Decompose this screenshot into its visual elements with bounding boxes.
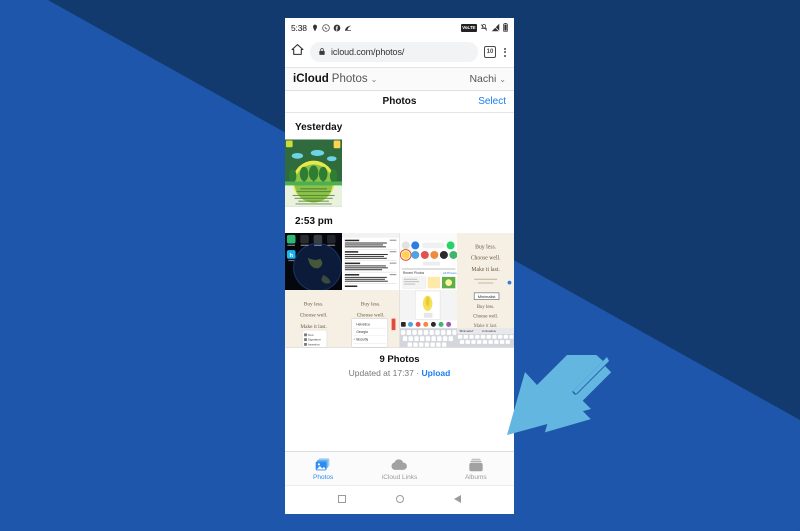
svg-text:Make it last.: Make it last. — [300, 324, 327, 330]
svg-text:Georgia: Georgia — [357, 330, 369, 334]
library-summary: 9 Photos Updated at 17:37 · Upload — [285, 348, 514, 378]
photo-thumb-phone-homescreen-earth[interactable]: h — [285, 233, 343, 291]
svg-text:"Minimalist": "Minimalist" — [459, 329, 474, 333]
svg-text:minimalists: minimalists — [482, 329, 497, 333]
status-right-icons: VoLTE — [460, 23, 508, 32]
svg-text:Choose well.: Choose well. — [300, 313, 328, 319]
photos-stack-icon — [315, 457, 331, 473]
photo-thumb-keyboard-screenshot[interactable] — [399, 290, 457, 348]
vibrate-mute-icon — [480, 23, 488, 32]
cloud-icon — [390, 457, 408, 473]
upload-button[interactable]: Upload — [422, 368, 451, 378]
lock-icon — [318, 43, 326, 61]
url-bar[interactable]: icloud.com/photos/ — [310, 42, 478, 62]
app-icon — [344, 24, 352, 32]
tab-albums[interactable]: Albums — [438, 452, 514, 485]
svg-text:Buy less.: Buy less. — [477, 305, 494, 310]
tab-photos-label: Photos — [313, 473, 334, 481]
svg-text:Text: Text — [308, 333, 314, 337]
svg-text:Buy less.: Buy less. — [361, 302, 381, 308]
kebab-menu-icon[interactable] — [502, 46, 508, 59]
svg-text:✓: ✓ — [353, 338, 356, 342]
whatsapp-icon — [322, 23, 330, 32]
svg-text:Choose well.: Choose well. — [357, 313, 385, 319]
photo-scroll-area[interactable]: Yesterday 2:53 pm h Recent Photos All Ph… — [285, 113, 514, 451]
phone-screenshot: 5:38 VoLTE icloud.com/photos/ 10 iCloud … — [285, 18, 514, 514]
svg-text:Signature: Signature — [308, 338, 321, 342]
svg-text:Buy less.: Buy less. — [304, 302, 324, 308]
tab-photos[interactable]: Photos — [285, 452, 361, 485]
status-left-icons — [311, 23, 352, 32]
svg-text:Minimalist: Minimalist — [477, 294, 496, 299]
section-header-time: 2:53 pm — [295, 216, 333, 227]
photo-count: 9 Photos — [379, 353, 420, 365]
photo-thumb-buy-less-card-menu[interactable]: Buy less. Choose well. Helvetica Georgia… — [342, 290, 400, 348]
svg-text:Choose well.: Choose well. — [470, 256, 500, 262]
photos-navbar: Photos Select — [285, 91, 514, 113]
page-title: Photos — [382, 96, 417, 107]
select-button[interactable]: Select — [478, 96, 506, 107]
back-button[interactable] — [454, 494, 461, 503]
icloud-app-name: Photos — [331, 73, 368, 85]
home-button[interactable] — [396, 494, 404, 503]
photo-thumb-emoji-picker-screenshot[interactable]: Recent Photos All Photos — [399, 233, 457, 291]
status-time: 5:38 — [291, 22, 307, 33]
tab-icloud-links-label: iCloud Links — [381, 473, 418, 481]
android-nav-bar — [285, 485, 514, 511]
home-icon[interactable] — [291, 43, 304, 61]
chevron-down-icon-app[interactable]: ⌄ — [371, 75, 378, 84]
tab-count-button[interactable]: 10 — [484, 46, 496, 58]
svg-text:Make it last.: Make it last. — [471, 267, 500, 273]
svg-text:Biscuitly: Biscuitly — [357, 338, 369, 342]
volte-badge: VoLTE — [460, 23, 477, 32]
svg-text:All Photos: All Photos — [442, 271, 456, 275]
tab-albums-label: Albums — [464, 473, 487, 481]
chevron-down-icon-account[interactable]: ⌄ — [499, 75, 506, 84]
icloud-brand: iCloud — [293, 73, 329, 85]
photo-grid-time: h Recent Photos All Photos Buy less. Cho… — [285, 233, 514, 348]
photo-thumb-buy-less-card-dropdown[interactable]: Buy less. Choose well. Make it last. Tex… — [285, 290, 343, 348]
updated-text: Updated at 17:37 — [348, 367, 414, 378]
battery-icon — [503, 23, 508, 32]
photo-thumb-buy-less-card[interactable]: Buy less. Choose well. Make it last. — [456, 233, 514, 291]
albums-icon — [469, 457, 483, 473]
separator-dot: · — [416, 367, 420, 378]
svg-text:h: h — [289, 253, 293, 259]
svg-text:Choose well.: Choose well. — [473, 315, 498, 320]
updated-status: Updated at 17:37 · Upload — [285, 368, 514, 378]
svg-text:Recent Photos: Recent Photos — [402, 271, 424, 275]
url-text: icloud.com/photos/ — [331, 47, 405, 57]
photo-thumb-green-nature-poster[interactable] — [285, 139, 343, 207]
account-name[interactable]: Nachi — [469, 73, 496, 85]
location-icon — [311, 24, 319, 32]
tab-icloud-links[interactable]: iCloud Links — [361, 452, 437, 485]
svg-text:Insertion: Insertion — [308, 343, 320, 347]
photo-thumb-minimalist-card-keyboard[interactable]: Minimalist Buy less. Choose well. Make i… — [456, 290, 514, 348]
bottom-tab-bar: Photos iCloud Links Albums — [285, 451, 514, 485]
signal-bars-icon — [491, 23, 500, 32]
photo-thumb-text-document-screenshot[interactable] — [342, 233, 400, 291]
section-header-yesterday: Yesterday — [295, 122, 343, 133]
recents-button[interactable] — [338, 494, 346, 503]
photo-grid-yesterday — [285, 139, 514, 207]
svg-text:Buy less.: Buy less. — [475, 244, 497, 250]
facebook-icon — [333, 24, 341, 32]
browser-toolbar: icloud.com/photos/ 10 — [285, 37, 514, 67]
svg-text:Helvetica: Helvetica — [357, 323, 371, 327]
status-bar: 5:38 VoLTE — [285, 18, 514, 37]
icloud-header: iCloud Photos ⌄ Nachi ⌄ — [285, 67, 514, 91]
